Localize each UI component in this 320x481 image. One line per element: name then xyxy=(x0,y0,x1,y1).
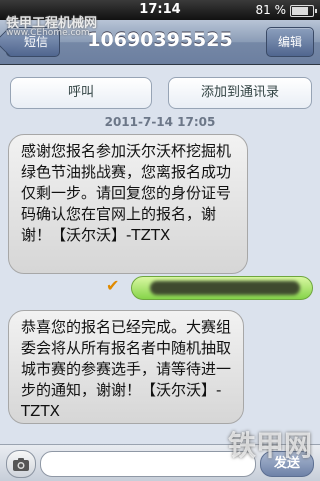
call-button[interactable]: 呼叫 xyxy=(10,77,152,109)
message-text-field[interactable] xyxy=(40,451,256,477)
battery-icon xyxy=(290,5,317,17)
camera-button[interactable] xyxy=(6,450,36,478)
battery-percent: 81 % xyxy=(255,3,287,17)
watermark-url: www.CEhome.com xyxy=(6,28,90,38)
message-text: 恭喜您的报名已经完成。大赛组委会将从所有报名者中随机抽取城市赛的参赛选手，请等待… xyxy=(21,318,232,420)
message-timestamp: 2011-7-14 17:05 xyxy=(104,115,216,129)
outgoing-message-bubble[interactable] xyxy=(131,276,313,300)
incoming-message-bubble[interactable]: 恭喜您的报名已经完成。大赛组委会将从所有报名者中随机抽取城市赛的参赛选手，请等待… xyxy=(8,310,244,424)
redacted-content xyxy=(150,281,300,295)
add-to-contacts-button[interactable]: 添加到通讯录 xyxy=(168,77,312,109)
message-text: 感谢您报名参加沃尔沃杯挖掘机绿色节油挑战赛，您离报名成功仅剩一步。请回复您的身份… xyxy=(21,142,232,244)
watermark-bottom: 铁甲网 xyxy=(227,429,312,462)
edit-button[interactable]: 编辑 xyxy=(266,27,314,57)
incoming-message-bubble[interactable]: 感谢您报名参加沃尔沃杯挖掘机绿色节油挑战赛，您离报名成功仅剩一步。请回复您的身份… xyxy=(8,134,248,274)
checkmark-icon: ✔ xyxy=(106,276,120,295)
camera-icon xyxy=(13,458,29,471)
